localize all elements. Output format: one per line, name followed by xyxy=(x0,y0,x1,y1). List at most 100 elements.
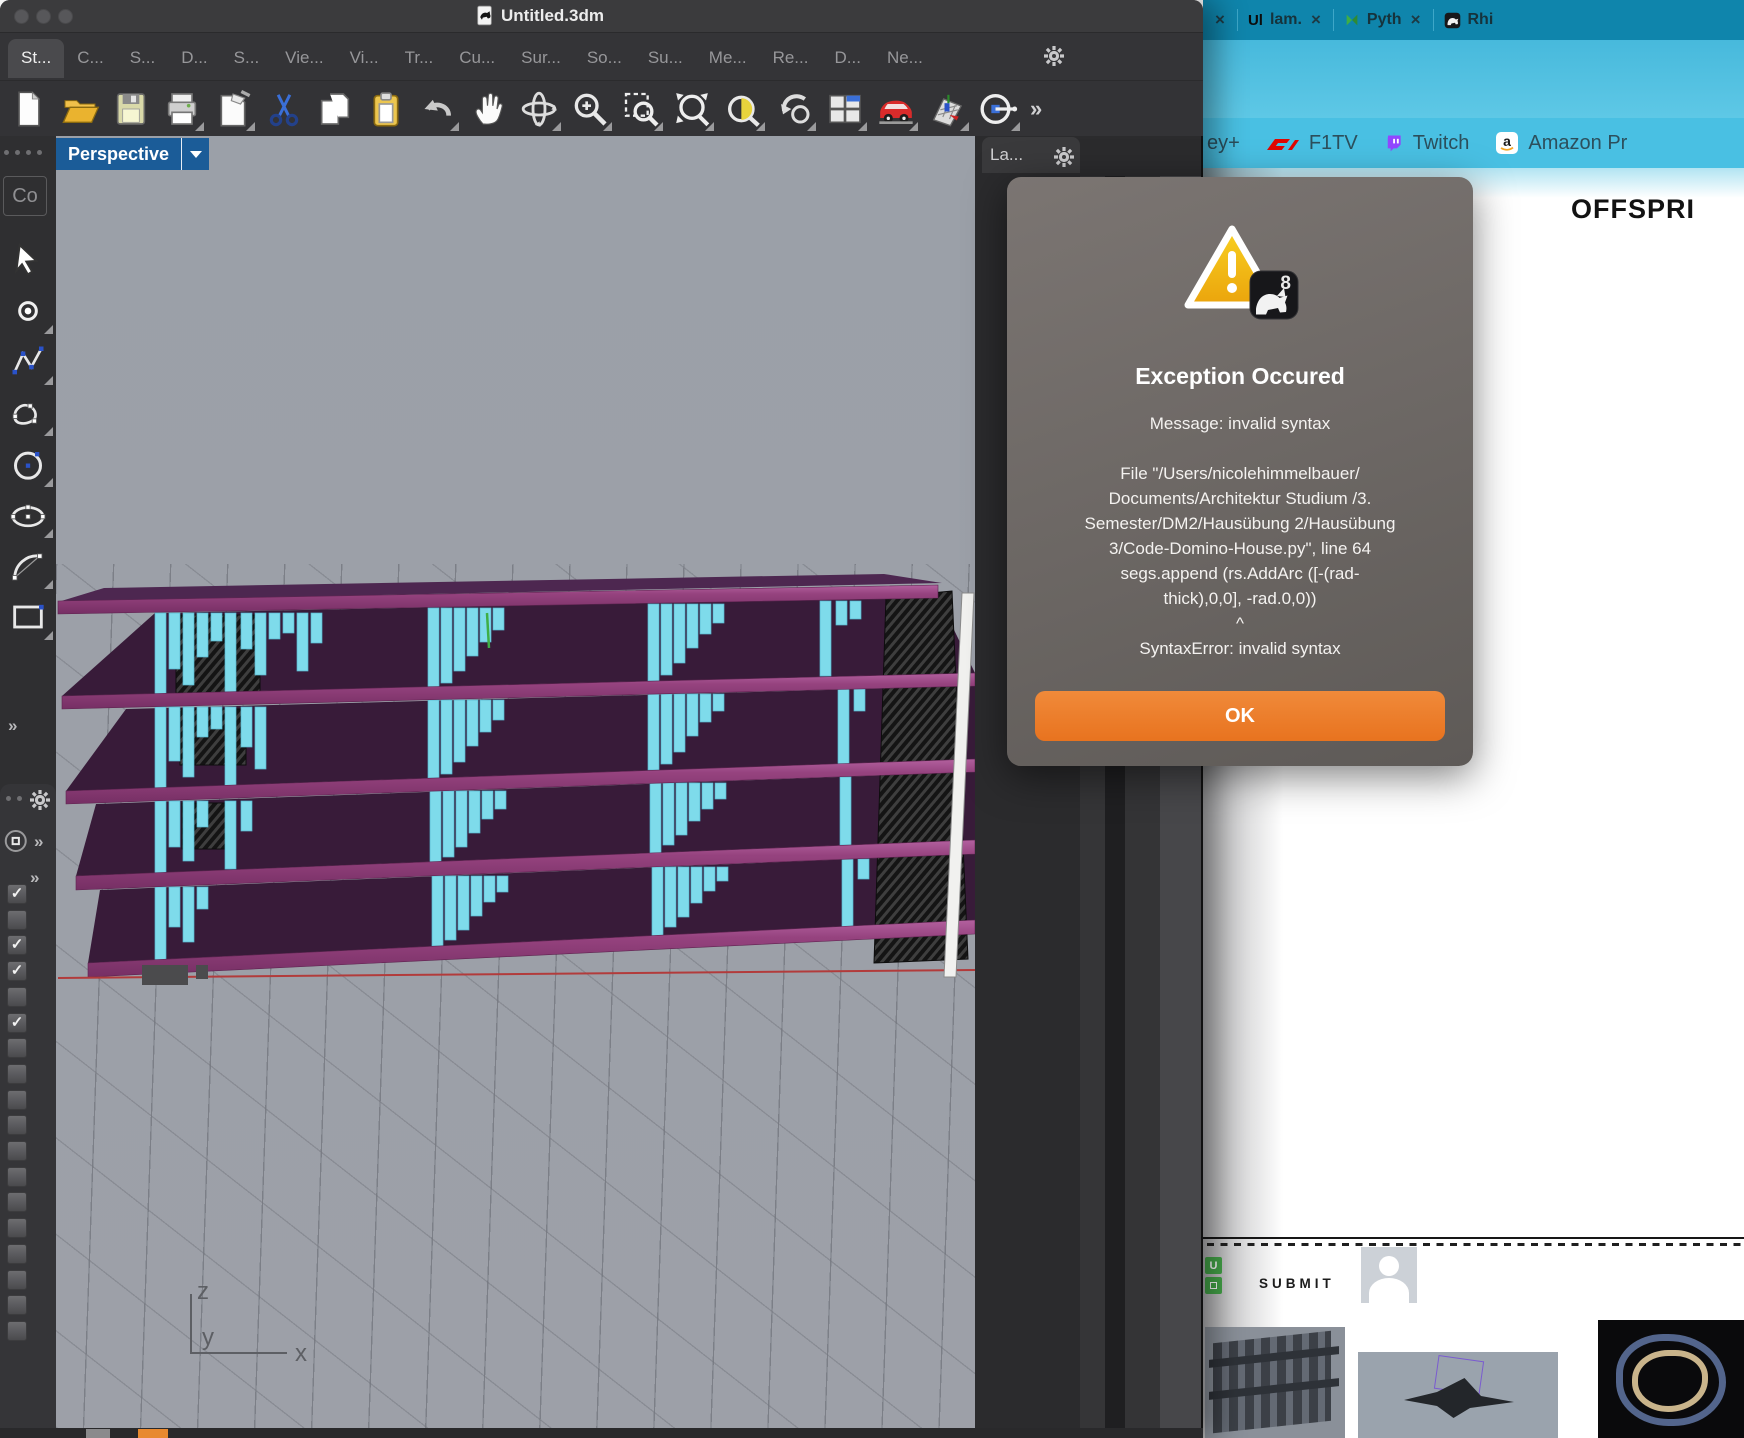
layer-checkbox-13[interactable] xyxy=(7,1218,27,1238)
viewport-label[interactable]: Perspective xyxy=(56,138,209,170)
layer-checkbox-0[interactable]: ✓ xyxy=(7,884,27,904)
menu-tab-cu[interactable]: Cu... xyxy=(446,39,508,78)
tab-close-icon[interactable]: × xyxy=(1409,10,1423,30)
menu-tab-re[interactable]: Re... xyxy=(760,39,822,78)
dialog-message-line: Message: invalid syntax xyxy=(1027,411,1453,436)
layer-checkbox-1[interactable] xyxy=(7,910,27,930)
menu-tab-tr[interactable]: Tr... xyxy=(392,39,447,78)
command-panel-tab[interactable]: Co xyxy=(3,176,47,216)
rectangle-tool[interactable] xyxy=(2,593,54,641)
select-arrow-tool[interactable] xyxy=(2,236,54,284)
avatar[interactable] xyxy=(1361,1247,1417,1303)
layer-checkbox-6[interactable] xyxy=(7,1038,27,1058)
menu-tab-su[interactable]: Su... xyxy=(635,39,696,78)
tab-close-icon[interactable]: × xyxy=(1309,10,1323,30)
bookmark-amazon-pr[interactable]: aAmazon Pr xyxy=(1495,131,1627,155)
undo-view-button[interactable] xyxy=(771,86,817,132)
layers-panel-header[interactable]: La... xyxy=(982,137,1080,173)
browser-tab-3[interactable]: Rhi xyxy=(1434,0,1504,40)
status-swatch-gray[interactable] xyxy=(86,1429,110,1438)
layer-checkbox-3[interactable]: ✓ xyxy=(7,961,27,981)
panel-gear-icon[interactable] xyxy=(28,788,52,817)
dialog-message: Message: invalid syntaxFile "/Users/nico… xyxy=(1027,411,1453,661)
menu-gear-icon[interactable] xyxy=(1042,44,1066,73)
undo-button[interactable] xyxy=(414,86,460,132)
menu-tab-d[interactable]: D... xyxy=(168,39,220,78)
layer-checkbox-11[interactable] xyxy=(7,1167,27,1187)
layer-checkbox-17[interactable] xyxy=(7,1321,27,1341)
layer-checkbox-10[interactable] xyxy=(7,1141,27,1161)
menu-tab-s[interactable]: S... xyxy=(117,39,169,78)
bookmark-ey+[interactable]: ey+ xyxy=(1207,132,1240,155)
menu-tab-st[interactable]: St... xyxy=(8,39,64,78)
menu-tab-ne[interactable]: Ne... xyxy=(874,39,936,78)
tab-close-icon[interactable]: × xyxy=(1213,10,1227,30)
ribbon-favicon xyxy=(1344,12,1360,28)
panel-chevron[interactable]: » xyxy=(34,832,43,852)
paste-button[interactable] xyxy=(363,86,409,132)
copy-button[interactable] xyxy=(312,86,358,132)
perspective-viewport[interactable]: zyx Perspective xyxy=(56,136,975,1428)
layer-checkbox-4[interactable] xyxy=(7,987,27,1007)
svg-text:a: a xyxy=(1504,133,1512,149)
arc-tool[interactable] xyxy=(2,542,54,590)
open-file-button[interactable] xyxy=(57,86,103,132)
site-logo[interactable]: U xyxy=(1205,1257,1222,1297)
orbit-button[interactable] xyxy=(516,86,562,132)
zoom-selected-button[interactable] xyxy=(720,86,766,132)
ok-button[interactable]: OK xyxy=(1035,691,1445,741)
menu-tab-so[interactable]: So... xyxy=(574,39,635,78)
menu-tab-sur[interactable]: Sur... xyxy=(508,39,574,78)
layers-gear-icon[interactable] xyxy=(1052,145,1072,165)
layer-checkbox-8[interactable] xyxy=(7,1090,27,1110)
thumbnail-structure[interactable] xyxy=(1205,1327,1345,1438)
browser-tab-2[interactable]: Pyth× xyxy=(1334,0,1433,40)
submit-button[interactable]: SUBMIT xyxy=(1259,1276,1335,1291)
zoom-button[interactable] xyxy=(567,86,613,132)
viewport-dropdown[interactable] xyxy=(181,138,209,170)
layer-checkbox-16[interactable] xyxy=(7,1295,27,1315)
menu-tab-c[interactable]: C... xyxy=(64,39,116,78)
layer-checkbox-12[interactable] xyxy=(7,1192,27,1212)
zoom-extents-button[interactable] xyxy=(669,86,715,132)
thumbnail-art[interactable] xyxy=(1598,1320,1744,1438)
viewport-layout-button[interactable] xyxy=(822,86,868,132)
ellipse-tool[interactable] xyxy=(2,491,54,539)
bookmark-twitch[interactable]: Twitch xyxy=(1384,132,1470,155)
layer-checkbox-14[interactable] xyxy=(7,1244,27,1264)
snap-icon[interactable] xyxy=(2,826,32,861)
layer-checkbox-7[interactable] xyxy=(7,1064,27,1084)
thumbnail-bird[interactable] xyxy=(1358,1352,1558,1438)
zoom-window-button[interactable] xyxy=(618,86,664,132)
polyline-tool[interactable] xyxy=(2,338,54,386)
pan-button[interactable] xyxy=(465,86,511,132)
browser-tab-1[interactable]: Ullam.× xyxy=(1238,0,1333,40)
toolbar-more-chevron[interactable]: » xyxy=(1026,96,1046,122)
point-tool[interactable] xyxy=(2,287,54,335)
layer-checkbox-2[interactable]: ✓ xyxy=(7,935,27,955)
menu-tab-s[interactable]: S... xyxy=(221,39,273,78)
bookmark-f1tv[interactable]: F1TV xyxy=(1266,132,1358,155)
cplane-button[interactable] xyxy=(975,86,1021,132)
ground-plane-button[interactable] xyxy=(924,86,970,132)
new-file-button[interactable] xyxy=(6,86,52,132)
status-swatch-orange[interactable] xyxy=(138,1429,168,1438)
curve-tool[interactable] xyxy=(2,389,54,437)
layer-checkbox-5[interactable]: ✓ xyxy=(7,1013,27,1033)
twitch-icon xyxy=(1384,133,1404,153)
car-button[interactable] xyxy=(873,86,919,132)
layer-checkbox-15[interactable] xyxy=(7,1270,27,1290)
paste-special-button[interactable] xyxy=(210,86,256,132)
menu-tab-vi[interactable]: Vi... xyxy=(337,39,392,78)
circle-tool[interactable] xyxy=(2,440,54,488)
panel-chevron-2[interactable]: » xyxy=(30,868,39,888)
print-button[interactable] xyxy=(159,86,205,132)
save-button[interactable] xyxy=(108,86,154,132)
layer-checkbox-9[interactable] xyxy=(7,1115,27,1135)
menu-tab-d[interactable]: D... xyxy=(821,39,873,78)
browser-tab-0[interactable]: × xyxy=(1203,0,1237,40)
menu-tab-me[interactable]: Me... xyxy=(696,39,760,78)
menu-tab-vie[interactable]: Vie... xyxy=(272,39,336,78)
sidebar-more-chevron[interactable]: » xyxy=(8,716,17,736)
cut-button[interactable] xyxy=(261,86,307,132)
